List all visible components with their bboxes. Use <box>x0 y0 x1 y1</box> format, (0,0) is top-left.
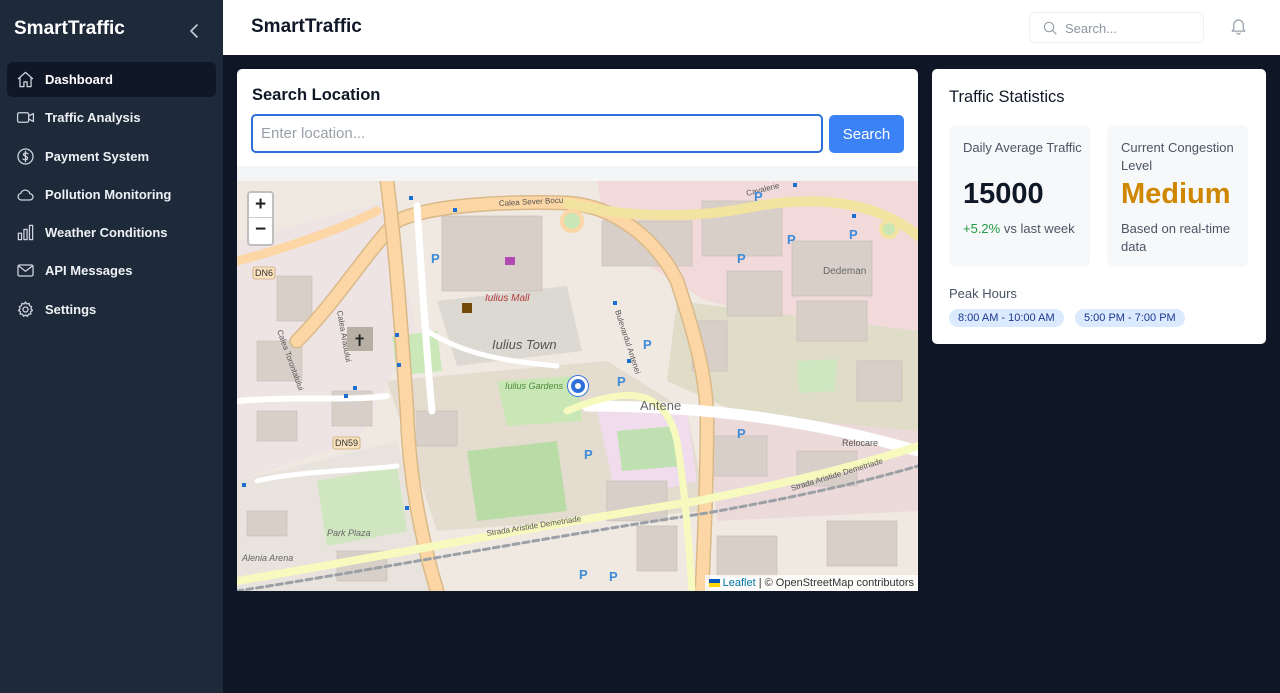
svg-text:P: P <box>617 374 626 389</box>
sidebar-item-pollution-monitoring[interactable]: Pollution Monitoring <box>7 177 216 212</box>
sidebar-item-weather-conditions[interactable]: Weather Conditions <box>7 215 216 250</box>
ukraine-flag-icon <box>708 579 720 588</box>
mail-icon <box>15 261 35 281</box>
leaflet-link[interactable]: Leaflet <box>723 577 756 589</box>
sidebar-item-label: Pollution Monitoring <box>45 186 172 202</box>
peak-hour-chip: 5:00 PM - 7:00 PM <box>1075 309 1185 327</box>
daily-average-label: Daily Average Traffic <box>963 140 1082 155</box>
map-label-alenia: Alenia Arena <box>241 553 293 563</box>
map-label-antene: Antene <box>640 398 681 413</box>
sidebar-item-api-messages[interactable]: API Messages <box>7 253 216 288</box>
bell-icon <box>1231 19 1246 35</box>
change-suffix: vs last week <box>1000 221 1075 236</box>
map-attribution: Leaflet | © OpenStreetMap contributors <box>704 575 918 591</box>
video-camera-icon <box>15 108 35 128</box>
chevron-left-icon <box>190 24 198 38</box>
top-header: SmartTraffic <box>223 0 1280 55</box>
map-label-gardens: Iulius Gardens <box>505 381 564 391</box>
svg-text:✝: ✝ <box>353 333 366 350</box>
search-location-card: Search Location Search <box>237 69 918 166</box>
header-search-input[interactable] <box>1065 19 1195 37</box>
card-divider <box>237 166 918 181</box>
svg-text:P: P <box>754 189 763 204</box>
svg-text:P: P <box>579 567 588 582</box>
collapse-sidebar-button[interactable] <box>186 21 204 41</box>
svg-text:P: P <box>584 447 593 462</box>
peak-hour-chip: 8:00 AM - 10:00 AM <box>949 309 1064 327</box>
map-label-dn6: DN6 <box>255 268 273 278</box>
map-label-mall: Iulius Mall <box>485 293 530 304</box>
brand-title: SmartTraffic <box>14 18 125 39</box>
svg-text:P: P <box>737 426 746 441</box>
change-percent: +5.2% <box>963 221 1001 236</box>
sidebar-item-label: Traffic Analysis <box>45 110 141 126</box>
congestion-level-box: Current Congestion Level Medium Based on… <box>1107 125 1248 267</box>
cloud-icon <box>15 184 35 204</box>
daily-average-change: +5.2% vs last week <box>963 220 1087 238</box>
svg-text:P: P <box>609 569 618 584</box>
map-label-relocare: Relocare <box>842 438 878 448</box>
congestion-note: Based on real-time data <box>1121 221 1231 254</box>
map-label-town: Iulius Town <box>492 337 557 352</box>
zoom-in-button[interactable]: + <box>249 193 272 218</box>
gear-icon <box>15 299 35 319</box>
stats-title: Traffic Statistics <box>949 88 1065 106</box>
sidebar-item-label: Settings <box>45 301 97 317</box>
svg-text:P: P <box>431 251 440 266</box>
home-icon <box>15 70 35 90</box>
dollar-circle-icon <box>15 146 35 166</box>
search-button[interactable]: Search <box>829 115 904 153</box>
sidebar: SmartTraffic Dashboard Traffic Analysis … <box>0 0 223 693</box>
daily-average-box: Daily Average Traffic 15000 +5.2% vs las… <box>949 125 1090 267</box>
map-label-park-plaza: Park Plaza <box>327 528 371 538</box>
attribution-text: | © OpenStreetMap contributors <box>758 577 914 589</box>
svg-text:P: P <box>737 251 746 266</box>
sidebar-nav: Dashboard Traffic Analysis Payment Syste… <box>7 62 216 330</box>
daily-average-value: 15000 <box>963 178 1044 210</box>
zoom-control: + − <box>247 191 274 246</box>
search-location-title: Search Location <box>252 86 381 104</box>
svg-text:P: P <box>787 232 796 247</box>
sidebar-item-label: Dashboard <box>45 72 113 87</box>
location-marker[interactable] <box>568 376 588 396</box>
svg-text:P: P <box>643 337 652 352</box>
location-input[interactable] <box>251 114 823 153</box>
map-label-dn59: DN59 <box>335 438 358 448</box>
sidebar-item-label: Weather Conditions <box>45 225 168 241</box>
traffic-statistics-card: Traffic Statistics Daily Average Traffic… <box>932 69 1266 344</box>
peak-hours-label: Peak Hours <box>949 286 1017 301</box>
header-search-box <box>1029 12 1204 43</box>
map-label-dedeman: Dedeman <box>823 266 866 277</box>
search-icon <box>1043 21 1057 35</box>
sidebar-item-label: Payment System <box>45 148 150 164</box>
sidebar-item-settings[interactable]: Settings <box>7 292 216 327</box>
congestion-label: Current Congestion Level <box>1121 140 1234 173</box>
congestion-value: Medium <box>1121 178 1231 210</box>
notifications-button[interactable] <box>1229 16 1248 36</box>
sidebar-item-payment-system[interactable]: Payment System <box>7 139 216 174</box>
svg-text:P: P <box>849 227 858 242</box>
map-view[interactable]: Iulius Mall Iulius Town Iulius Gardens A… <box>237 181 918 591</box>
zoom-out-button[interactable]: − <box>249 218 272 243</box>
page-title: SmartTraffic <box>251 16 362 37</box>
sidebar-item-traffic-analysis[interactable]: Traffic Analysis <box>7 100 216 135</box>
sidebar-item-dashboard[interactable]: Dashboard <box>7 62 216 97</box>
bar-chart-icon <box>15 223 35 243</box>
sidebar-item-label: API Messages <box>45 263 133 279</box>
